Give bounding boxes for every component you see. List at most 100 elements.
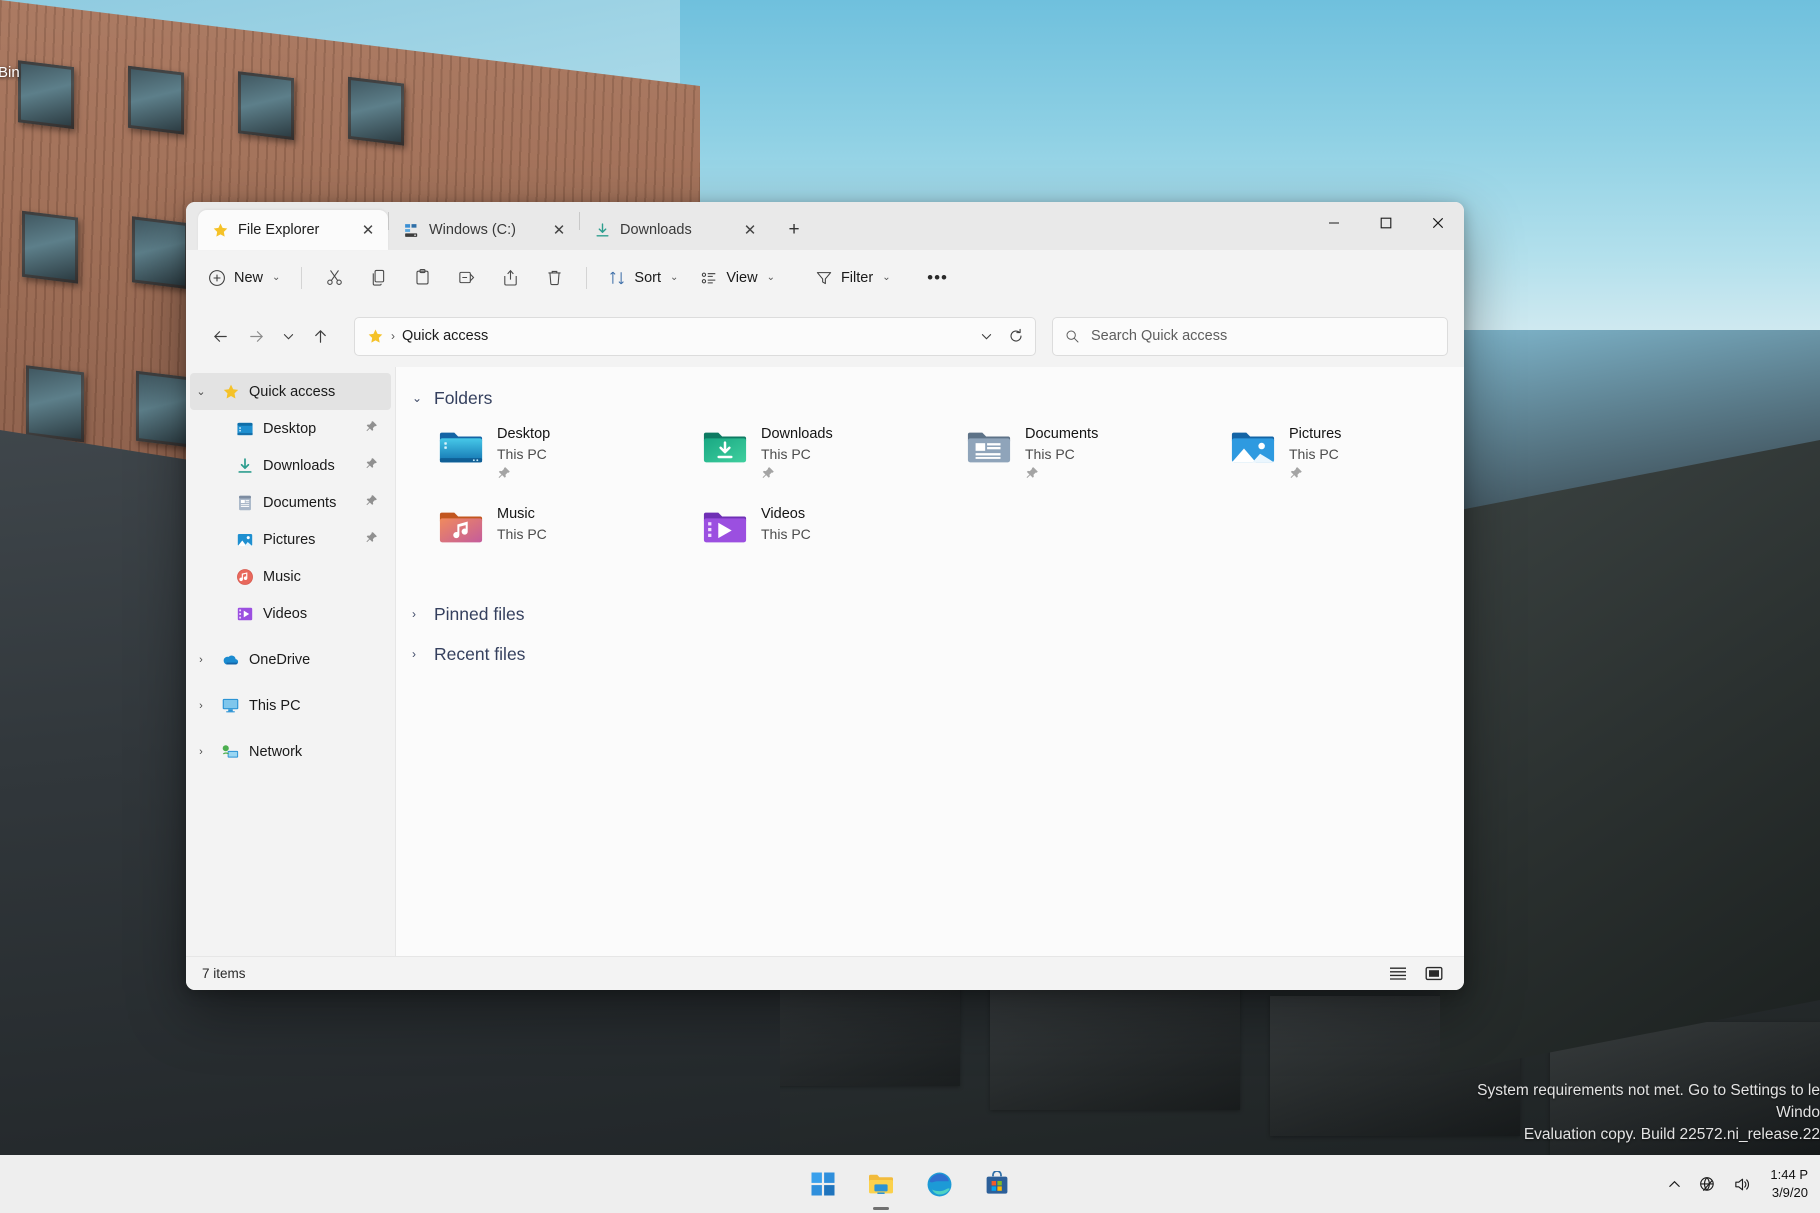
tab-close-button[interactable]: ✕ xyxy=(738,218,762,242)
refresh-button[interactable] xyxy=(1001,321,1031,352)
tab-file-explorer[interactable]: File Explorer ✕ xyxy=(198,210,388,250)
new-button[interactable]: New ⌄ xyxy=(198,259,290,297)
tray-overflow-button[interactable] xyxy=(1659,1162,1690,1206)
tab-windows-c[interactable]: Windows (C:) ✕ xyxy=(389,210,579,250)
pin-icon[interactable] xyxy=(365,457,379,474)
see-more-button[interactable]: ••• xyxy=(917,259,959,297)
forward-button[interactable] xyxy=(238,318,274,354)
view-button[interactable]: View ⌄ xyxy=(690,259,785,297)
address-dropdown-button[interactable] xyxy=(971,321,1001,352)
tab-downloads[interactable]: Downloads ✕ xyxy=(580,210,770,250)
pin-icon[interactable] xyxy=(365,420,379,437)
copy-button[interactable] xyxy=(357,259,399,297)
speaker-icon xyxy=(1733,1175,1752,1194)
folder-tile-pictures[interactable]: Pictures This PC xyxy=(1230,421,1464,495)
rename-button[interactable] xyxy=(445,259,487,297)
clock[interactable]: 1:44 P 3/9/20 xyxy=(1760,1166,1814,1201)
details-view-icon xyxy=(1389,966,1407,981)
volume-button[interactable] xyxy=(1725,1162,1760,1206)
new-tab-button[interactable]: + xyxy=(778,214,810,246)
chevron-right-icon[interactable]: › xyxy=(190,654,212,666)
folder-tile-videos[interactable]: Videos This PC xyxy=(702,501,966,575)
folder-tile-music[interactable]: Music This PC xyxy=(438,501,702,575)
section-header-folders[interactable]: ⌄ Folders xyxy=(412,381,1464,415)
navigation-pane[interactable]: ⌄ Quick access xyxy=(186,367,396,956)
edge-button[interactable] xyxy=(917,1162,961,1206)
search-input[interactable]: Search Quick access xyxy=(1052,317,1448,356)
network-button[interactable] xyxy=(1690,1162,1725,1206)
sidebar-item-label: Music xyxy=(263,569,379,585)
breadcrumb-quick-access[interactable]: Quick access xyxy=(402,328,488,344)
close-button[interactable] xyxy=(1412,202,1464,244)
videos-folder-icon xyxy=(702,507,748,547)
search-placeholder: Search Quick access xyxy=(1091,328,1227,344)
sidebar-item-documents[interactable]: Documents xyxy=(190,484,391,521)
start-button[interactable] xyxy=(801,1162,845,1206)
chevron-right-icon[interactable]: › xyxy=(412,647,425,661)
command-bar: New ⌄ xyxy=(186,250,1464,305)
large-icons-view-button[interactable] xyxy=(1420,962,1448,986)
music-folder-icon xyxy=(438,507,484,547)
sidebar-item-quick-access[interactable]: ⌄ Quick access xyxy=(190,373,391,410)
up-button[interactable] xyxy=(302,318,338,354)
delete-button[interactable] xyxy=(533,259,575,297)
nav-spacer xyxy=(186,724,395,733)
store-button[interactable] xyxy=(975,1162,1019,1206)
content-pane[interactable]: ⌄ Folders xyxy=(396,367,1464,956)
sidebar-item-pictures[interactable]: Pictures xyxy=(190,521,391,558)
pin-icon[interactable] xyxy=(1025,466,1098,485)
folder-tile-documents[interactable]: Documents This PC xyxy=(966,421,1230,495)
section-header-pinned-files[interactable]: › Pinned files xyxy=(412,597,1464,631)
share-button[interactable] xyxy=(489,259,531,297)
chevron-down-icon[interactable]: ⌄ xyxy=(412,391,425,405)
folder-tile-desktop[interactable]: Desktop This PC xyxy=(438,421,702,495)
chevron-down-icon: ⌄ xyxy=(882,272,890,283)
pin-icon[interactable] xyxy=(365,494,379,511)
chevron-right-icon[interactable]: › xyxy=(190,746,212,758)
file-explorer-button[interactable] xyxy=(859,1162,903,1206)
scissors-icon xyxy=(325,268,344,287)
chevron-right-icon[interactable]: › xyxy=(412,607,425,621)
tab-close-button[interactable]: ✕ xyxy=(356,218,380,242)
pin-icon[interactable] xyxy=(497,466,550,485)
maximize-button[interactable] xyxy=(1360,202,1412,244)
pin-icon[interactable] xyxy=(1289,466,1341,485)
sidebar-item-videos[interactable]: Videos xyxy=(190,595,391,632)
sidebar-item-desktop[interactable]: Desktop xyxy=(190,410,391,447)
details-view-button[interactable] xyxy=(1384,962,1412,986)
sidebar-item-this-pc[interactable]: › This PC xyxy=(190,687,391,724)
download-icon xyxy=(594,222,611,239)
pin-icon[interactable] xyxy=(761,466,833,485)
address-bar[interactable]: › Quick access xyxy=(354,317,1036,356)
sort-button[interactable]: Sort ⌄ xyxy=(598,259,688,297)
sidebar-item-label: Desktop xyxy=(263,421,356,437)
sidebar-item-onedrive[interactable]: › OneDrive xyxy=(190,641,391,678)
filter-button[interactable]: Filter ⌄ xyxy=(805,259,901,297)
sidebar-item-music[interactable]: Music xyxy=(190,558,391,595)
section-header-recent-files[interactable]: › Recent files xyxy=(412,637,1464,671)
folder-location: This PC xyxy=(497,445,550,464)
folder-tile-text: Documents This PC xyxy=(1025,423,1098,485)
toolbar-divider xyxy=(301,267,302,289)
pin-icon[interactable] xyxy=(365,531,379,548)
sidebar-item-network[interactable]: › Network xyxy=(190,733,391,770)
breadcrumb-separator: › xyxy=(391,329,395,343)
paste-button[interactable] xyxy=(401,259,443,297)
tab-close-button[interactable]: ✕ xyxy=(547,218,571,242)
folder-tile-downloads[interactable]: Downloads This PC xyxy=(702,421,966,495)
taskbar: 1:44 P 3/9/20 xyxy=(0,1155,1820,1213)
chevron-right-icon[interactable]: › xyxy=(190,700,212,712)
desktop: Bin System requirements not met. Go to S… xyxy=(0,0,1820,1213)
recent-locations-button[interactable] xyxy=(274,318,302,354)
chevron-down-icon: ⌄ xyxy=(767,272,775,283)
folder-location: This PC xyxy=(1025,445,1098,464)
chevron-down-icon[interactable]: ⌄ xyxy=(190,385,212,398)
minimize-button[interactable] xyxy=(1308,202,1360,244)
title-bar[interactable]: File Explorer ✕ Windows (C:) ✕ xyxy=(186,202,1464,250)
edge-icon xyxy=(926,1171,953,1198)
cut-button[interactable] xyxy=(313,259,355,297)
sidebar-item-downloads[interactable]: Downloads xyxy=(190,447,391,484)
back-button[interactable] xyxy=(202,318,238,354)
desktop-icon xyxy=(235,419,254,438)
filter-icon xyxy=(815,269,833,287)
